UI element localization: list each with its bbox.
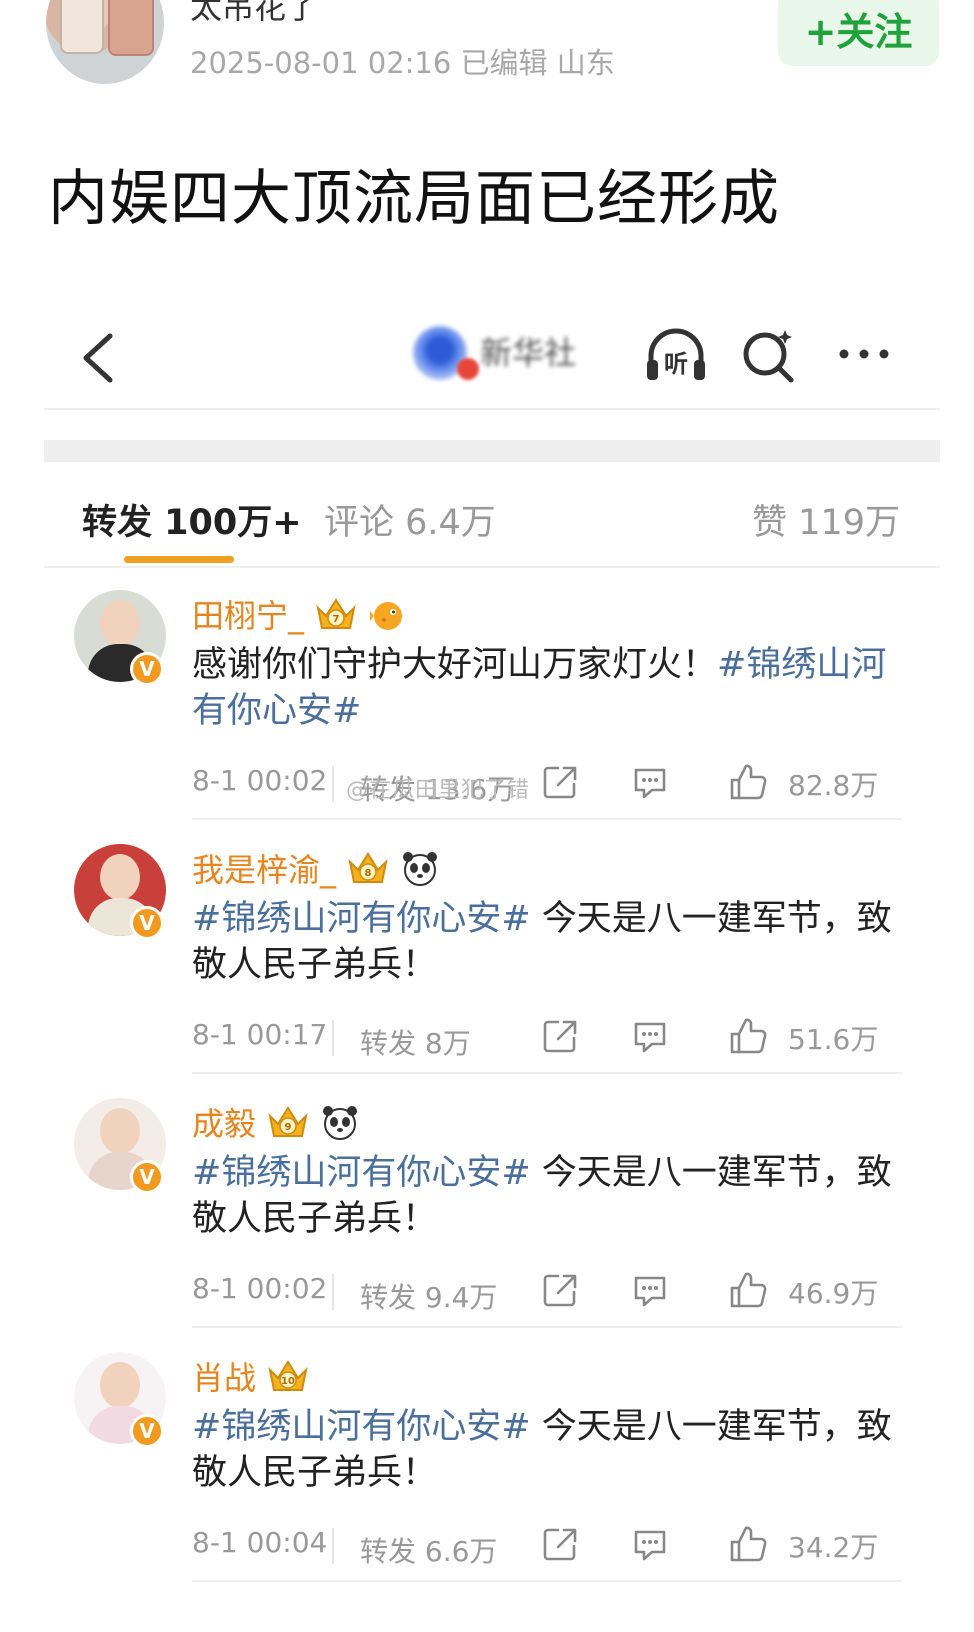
- svg-text:7: 7: [333, 614, 340, 625]
- panda-emoji-icon: [403, 852, 438, 886]
- repost-time: 8-1 00:02: [192, 1272, 328, 1305]
- repost-item[interactable]: V 成毅 9 #锦绣山河有你心安# 今天是八一建军节，致敬人民子弟兵！ 8-1 …: [0, 1074, 974, 1328]
- repost-time: 8-1 00:04: [192, 1526, 328, 1559]
- verified-badge-icon: V: [130, 1160, 164, 1194]
- svg-text:听: 听: [664, 350, 688, 378]
- author-name[interactable]: 太吊花了: [190, 0, 318, 28]
- hashtag-link[interactable]: #锦绣山河有你心安#: [192, 899, 531, 939]
- like-count: 51.6万: [788, 1023, 879, 1056]
- post-meta: 2025-08-01 02:16 已编辑 山东: [190, 46, 615, 80]
- comment-icon[interactable]: [632, 766, 668, 800]
- active-tab-indicator: [124, 556, 234, 563]
- hashtag-link[interactable]: #锦绣山河有你心安#: [192, 1153, 531, 1193]
- tab-comment[interactable]: 评论 6.4万: [324, 494, 496, 545]
- like-count: 34.2万: [788, 1531, 879, 1564]
- repost-footer: 8-1 00:04 转发 6.6万 34.2万: [192, 1524, 902, 1568]
- comment-icon[interactable]: [632, 1528, 668, 1562]
- verified-badge-icon: V: [130, 1414, 164, 1448]
- crown-icon: 8: [348, 852, 388, 883]
- tab-bar: 转发 100万+ 评论 6.4万 赞 119万: [44, 482, 940, 568]
- author-avatar[interactable]: [46, 0, 164, 84]
- repost-footer: 8-1 00:02 转发 9.4万 46.9万: [192, 1270, 902, 1314]
- like-icon[interactable]: [728, 1270, 768, 1310]
- tab-repost[interactable]: 转发 100万+: [82, 494, 302, 545]
- crown-icon: 9: [268, 1106, 308, 1137]
- repost-footer: 8-1 00:02 转发 13.6万 82.8万: [192, 762, 902, 806]
- like-icon[interactable]: [728, 762, 768, 802]
- svg-text:9: 9: [285, 1122, 292, 1133]
- repost-count: 转发 9.4万: [360, 1281, 498, 1314]
- repost-time: 8-1 00:17: [192, 1018, 328, 1051]
- like-count: 82.8万: [788, 769, 879, 802]
- verified-badge-icon: V: [130, 906, 164, 940]
- repost-footer: 8-1 00:17 转发 8万 51.6万: [192, 1016, 902, 1060]
- crown-icon: 10: [268, 1360, 308, 1391]
- repost-body-text: 感谢你们守护大好河山万家灯火！: [192, 645, 718, 685]
- footer-separator: [332, 1528, 334, 1564]
- post-title: 内娱四大顶流局面已经形成: [48, 164, 780, 234]
- share-icon[interactable]: [542, 764, 578, 800]
- watermark: @在瓜田里犯了错: [346, 778, 531, 803]
- like-icon[interactable]: [728, 1016, 768, 1056]
- footer-separator: [332, 1274, 334, 1310]
- tab-like[interactable]: 赞 119万: [752, 494, 900, 545]
- repost-text: #锦绣山河有你心安# 今天是八一建军节，致敬人民子弟兵！: [192, 1404, 892, 1496]
- footer-separator: [332, 1020, 334, 1056]
- svg-text:8: 8: [365, 868, 372, 879]
- comment-icon[interactable]: [632, 1020, 668, 1054]
- account-name[interactable]: 新华社: [480, 328, 576, 374]
- search-icon[interactable]: [739, 324, 799, 386]
- repost-item[interactable]: V 我是梓渝_ 8 #锦绣山河有你心安# 今天是八一建军节，致敬人民子弟兵！ 8…: [0, 820, 974, 1074]
- repost-user-name[interactable]: 我是梓渝_: [192, 845, 336, 891]
- hashtag-link[interactable]: #锦绣山河有你心安#: [192, 1407, 531, 1447]
- repost-text: #锦绣山河有你心安# 今天是八一建军节，致敬人民子弟兵！: [192, 896, 892, 988]
- repost-user-name[interactable]: 田栩宁_: [192, 591, 304, 637]
- post-header: 太吊花了 2025-08-01 02:16 已编辑 山东 +关注: [0, 0, 974, 110]
- follow-button[interactable]: +关注: [778, 0, 939, 66]
- share-icon[interactable]: [542, 1272, 578, 1308]
- svg-text:10: 10: [281, 1376, 295, 1387]
- comment-icon[interactable]: [632, 1274, 668, 1308]
- repost-count: 转发 8万: [360, 1027, 471, 1060]
- repost-count: 转发 6.6万: [360, 1535, 498, 1568]
- share-icon[interactable]: [542, 1526, 578, 1562]
- repost-item[interactable]: V 肖战 10 #锦绣山河有你心安# 今天是八一建军节，致敬人民子弟兵！ 8-1…: [0, 1328, 974, 1582]
- section-divider: [44, 440, 940, 462]
- repost-user-name[interactable]: 肖战: [192, 1353, 256, 1399]
- panda-emoji-icon: [323, 1106, 358, 1140]
- screenshot-nav-bar: 新华社 听: [44, 310, 940, 410]
- share-icon[interactable]: [542, 1018, 578, 1054]
- pufferfish-emoji-icon: [370, 602, 403, 630]
- like-icon[interactable]: [728, 1524, 768, 1564]
- back-arrow-icon[interactable]: [74, 328, 124, 388]
- like-count: 46.9万: [788, 1277, 879, 1310]
- item-divider: [192, 1580, 902, 1582]
- footer-separator: [332, 766, 334, 802]
- repost-text: #锦绣山河有你心安# 今天是八一建军节，致敬人民子弟兵！: [192, 1150, 892, 1242]
- repost-time: 8-1 00:02: [192, 764, 328, 797]
- crown-icon: 7: [316, 598, 356, 629]
- repost-user-name[interactable]: 成毅: [192, 1099, 256, 1145]
- more-icon[interactable]: [834, 334, 894, 374]
- verified-badge-icon: V: [130, 652, 164, 686]
- repost-text: 感谢你们守护大好河山万家灯火！#锦绣山河有你心安#: [192, 642, 892, 734]
- account-badge: [457, 358, 479, 380]
- listen-icon[interactable]: 听: [643, 324, 709, 386]
